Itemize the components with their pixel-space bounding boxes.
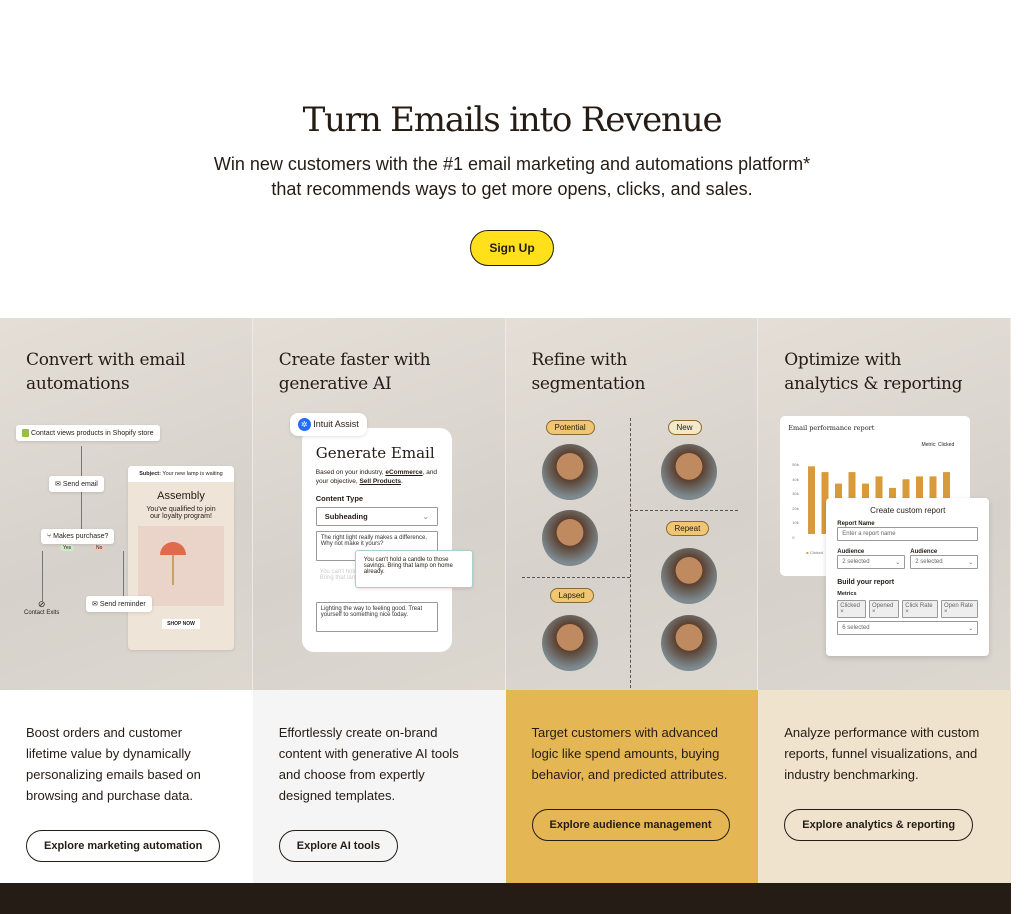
mail-icon: ✉ (92, 601, 98, 608)
shop-now-button: SHOP NOW (162, 619, 200, 629)
chevron-down-icon: ⌄ (895, 560, 901, 566)
avatar (541, 510, 598, 566)
chart-bar (808, 466, 816, 534)
segment-tag: Potential (545, 420, 595, 435)
hero-subtitle: Win new customers with the #1 email mark… (0, 152, 1024, 202)
feature-body: Boost orders and customer lifetime value… (0, 690, 253, 883)
report-name-input: Enter a report name (837, 527, 979, 541)
page-title: Turn Emails into Revenue (302, 100, 723, 140)
feature-body: Analyze performance with custom reports,… (758, 690, 1011, 883)
metric-chip: Click Rate × (902, 600, 938, 618)
feature-body: Effortlessly create on-brand content wit… (252, 690, 506, 883)
selected-suggestion: You can't hold a candle to those savings… (354, 550, 473, 588)
segment-tag: New (667, 420, 702, 435)
feature-analytics: Optimize with analytics & reporting Email… (758, 318, 1011, 883)
trigger-node: Contact views products in Shopify store (16, 425, 160, 441)
metric-chip: Opened × (868, 600, 900, 618)
check-circle-icon: ⊘ (37, 599, 46, 609)
feature-body: Target customers with advanced logic lik… (505, 690, 759, 883)
segment-tag: Repeat (665, 521, 710, 536)
y-tick: 40k (792, 476, 799, 482)
avatar (660, 615, 717, 671)
hero: Turn Emails into Revenue Win new custome… (0, 0, 1024, 266)
email-preview: Subject: Your new lamp is waiting Assemb… (128, 466, 234, 650)
lamp-image (138, 526, 224, 606)
subtitle-line: Win new customers with the #1 email mark… (213, 154, 811, 174)
segment-tag: Lapsed (549, 588, 594, 603)
y-tick: 0 (792, 534, 795, 540)
features-grid: Convert with email automations Contact vi… (0, 318, 1011, 883)
y-tick: 10k (792, 520, 799, 525)
subtitle-line: that recommends ways to get more opens, … (271, 179, 753, 199)
feature-title: Convert with email automations (26, 350, 186, 394)
no-label: No (93, 545, 106, 551)
explore-audience-management-button[interactable]: Explore audience management (531, 809, 730, 841)
feature-panel: Convert with email automations Contact vi… (0, 318, 253, 690)
mail-icon: ✉ (55, 481, 61, 488)
metric-chip: Open Rate × (940, 600, 979, 618)
footer (0, 883, 1011, 914)
avatar (541, 615, 598, 671)
feature-ai: Create faster with generative AI Generate… (252, 318, 506, 883)
feature-title: Refine with segmentation (531, 350, 646, 394)
sign-up-button[interactable]: Sign Up (470, 230, 554, 266)
split-icon: ⑂ (47, 533, 52, 540)
feature-description: Boost orders and customer lifetime value… (26, 725, 201, 803)
feature-description: Target customers with advanced logic lik… (531, 725, 728, 782)
reminder-node: ✉ Send reminder (86, 596, 152, 612)
avatar (541, 444, 598, 500)
brand: Assembly (157, 490, 205, 502)
feature-description: Effortlessly create on-brand content wit… (278, 725, 459, 803)
send-email-node: ✉ Send email (49, 476, 104, 492)
yes-label: Yes (60, 545, 75, 551)
feature-title: Optimize with analytics & reporting (784, 350, 963, 394)
explore-marketing-automation-button[interactable]: Explore marketing automation (26, 830, 221, 862)
intuit-assist-icon: ✲ (297, 418, 311, 431)
intuit-assist-badge: ✲ Intuit Assist (289, 413, 367, 436)
decision-node: ⑂ Makes purchase? (41, 529, 115, 544)
shopify-icon (22, 429, 29, 437)
avatar (660, 444, 717, 500)
custom-report-modal: Create custom report Report Name Enter a… (826, 498, 990, 656)
feature-automations: Convert with email automations Contact vi… (0, 318, 253, 883)
avatar (660, 548, 717, 604)
metric-chip: Clicked × (837, 600, 866, 618)
exit-node: ⊘ Contact Exits (24, 599, 60, 616)
explore-ai-tools-button[interactable]: Explore AI tools (278, 830, 399, 862)
generate-email-card: Generate Email Based on your industry, e… (301, 428, 452, 652)
explore-analytics-reporting-button[interactable]: Explore analytics & reporting (784, 809, 974, 841)
feature-description: Analyze performance with custom reports,… (784, 725, 980, 782)
feature-panel: Optimize with analytics & reporting Email… (758, 318, 1011, 690)
feature-title: Create faster with generative AI (278, 350, 431, 394)
y-tick: 20k (792, 505, 799, 511)
content-type-select: Subheading ⌄ (315, 507, 438, 526)
feature-panel: Refine with segmentation Potential New Re… (505, 318, 759, 690)
suggestion: Lighting the way to feeling good. Treat … (315, 602, 438, 632)
feature-segmentation: Refine with segmentation Potential New Re… (505, 318, 759, 883)
y-tick: 50k (792, 462, 799, 467)
feature-panel: Create faster with generative AI Generate… (252, 318, 506, 690)
y-tick: 30k (792, 491, 799, 496)
chevron-down-icon: ⌄ (968, 560, 974, 566)
